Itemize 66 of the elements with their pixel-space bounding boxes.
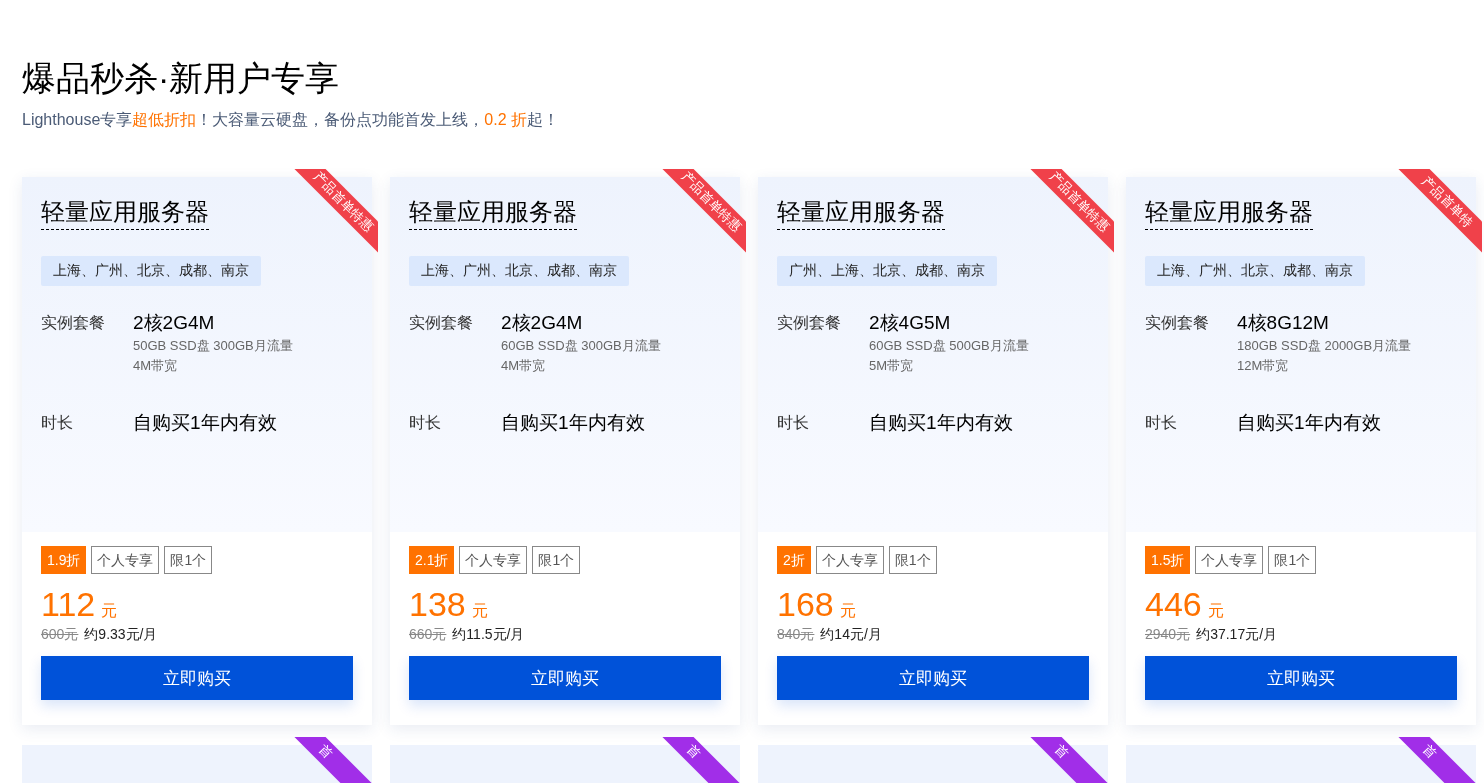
buy-button[interactable]: 立即购买 — [1145, 656, 1457, 700]
product-title[interactable]: 轻量应用服务器 — [409, 195, 577, 230]
price: 446 — [1145, 584, 1202, 624]
monthly-price: 约37.17元/月 — [1196, 626, 1278, 644]
price-unit: 元 — [1207, 601, 1224, 621]
duration-label: 时长 — [1145, 413, 1178, 433]
price-unit: 元 — [839, 601, 856, 621]
offer-tag: 个人专享 — [459, 546, 528, 574]
original-price: 600元 — [41, 626, 79, 644]
discount-tag: 2.1折 — [409, 546, 455, 574]
price: 138 — [409, 584, 466, 624]
spec-detail: 4M带宽 — [501, 357, 547, 375]
spec-detail: 12M带宽 — [1237, 357, 1290, 375]
offer-tag: 个人专享 — [91, 546, 160, 574]
price-unit: 元 — [101, 601, 118, 621]
offer-tag: 限1个 — [164, 546, 213, 574]
region-tag: 上海、广州、北京、成都、南京 — [409, 256, 629, 286]
product-title[interactable]: 轻量应用服务器 — [777, 195, 945, 230]
offer-tag: 个人专享 — [1195, 546, 1264, 574]
price-unit: 元 — [471, 601, 488, 621]
buy-button[interactable]: 立即购买 — [41, 656, 353, 700]
discount-tag: 2折 — [777, 546, 811, 574]
spec-label: 实例套餐 — [777, 313, 842, 333]
price: 168 — [777, 584, 834, 624]
spec-detail: 180GB SSD盘 2000GB月流量 — [1237, 337, 1412, 355]
original-price: 840元 — [777, 626, 815, 644]
spec-label: 实例套餐 — [41, 313, 106, 333]
spec-value: 2核2G4M — [133, 311, 216, 335]
original-price: 660元 — [409, 626, 447, 644]
spec-detail: 5M带宽 — [869, 357, 915, 375]
offer-tag: 限1个 — [532, 546, 581, 574]
region-tag: 广州、上海、北京、成都、南京 — [777, 256, 997, 286]
product-title[interactable]: 轻量应用服务器 — [41, 195, 209, 230]
spec-value: 4核8G12M — [1237, 311, 1330, 335]
spec-label: 实例套餐 — [409, 313, 474, 333]
spec-label: 实例套餐 — [1145, 313, 1210, 333]
spec-value: 2核2G4M — [501, 311, 584, 335]
buy-button[interactable]: 立即购买 — [777, 656, 1089, 700]
monthly-price: 约11.5元/月 — [452, 626, 525, 644]
monthly-price: 约14元/月 — [820, 626, 882, 644]
spec-detail: 60GB SSD盘 500GB月流量 — [869, 337, 1029, 355]
duration-label: 时长 — [777, 413, 810, 433]
discount-tag: 1.9折 — [41, 546, 87, 574]
spec-detail: 4M带宽 — [133, 357, 179, 375]
region-tag: 上海、广州、北京、成都、南京 — [1145, 256, 1365, 286]
monthly-price: 约9.33元/月 — [84, 626, 158, 644]
spec-detail: 50GB SSD盘 300GB月流量 — [133, 337, 293, 355]
duration-value: 自购买1年内有效 — [133, 411, 277, 435]
product-title[interactable]: 轻量应用服务器 — [1145, 195, 1313, 230]
duration-value: 自购买1年内有效 — [869, 411, 1013, 435]
offer-tag: 限1个 — [888, 546, 937, 574]
original-price: 2940元 — [1145, 626, 1191, 644]
region-tag: 上海、广州、北京、成都、南京 — [41, 256, 261, 286]
offer-tag: 限1个 — [1268, 546, 1317, 574]
promo-text: Lighthouse专享超低折扣！大容量云硬盘，备份点功能首发上线，0.2 折起！ — [22, 110, 560, 130]
discount-tag: 1.5折 — [1145, 546, 1191, 574]
price: 112 — [41, 584, 96, 624]
duration-label: 时长 — [409, 413, 442, 433]
duration-value: 自购买1年内有效 — [1237, 411, 1381, 435]
spec-detail: 60GB SSD盘 300GB月流量 — [501, 337, 661, 355]
buy-button[interactable]: 立即购买 — [409, 656, 721, 700]
duration-value: 自购买1年内有效 — [501, 411, 645, 435]
duration-label: 时长 — [41, 413, 74, 433]
offer-tag: 个人专享 — [815, 546, 884, 574]
page-heading: 爆品秒杀·新用户专享 — [22, 58, 341, 99]
spec-value: 2核4G5M — [869, 311, 952, 335]
